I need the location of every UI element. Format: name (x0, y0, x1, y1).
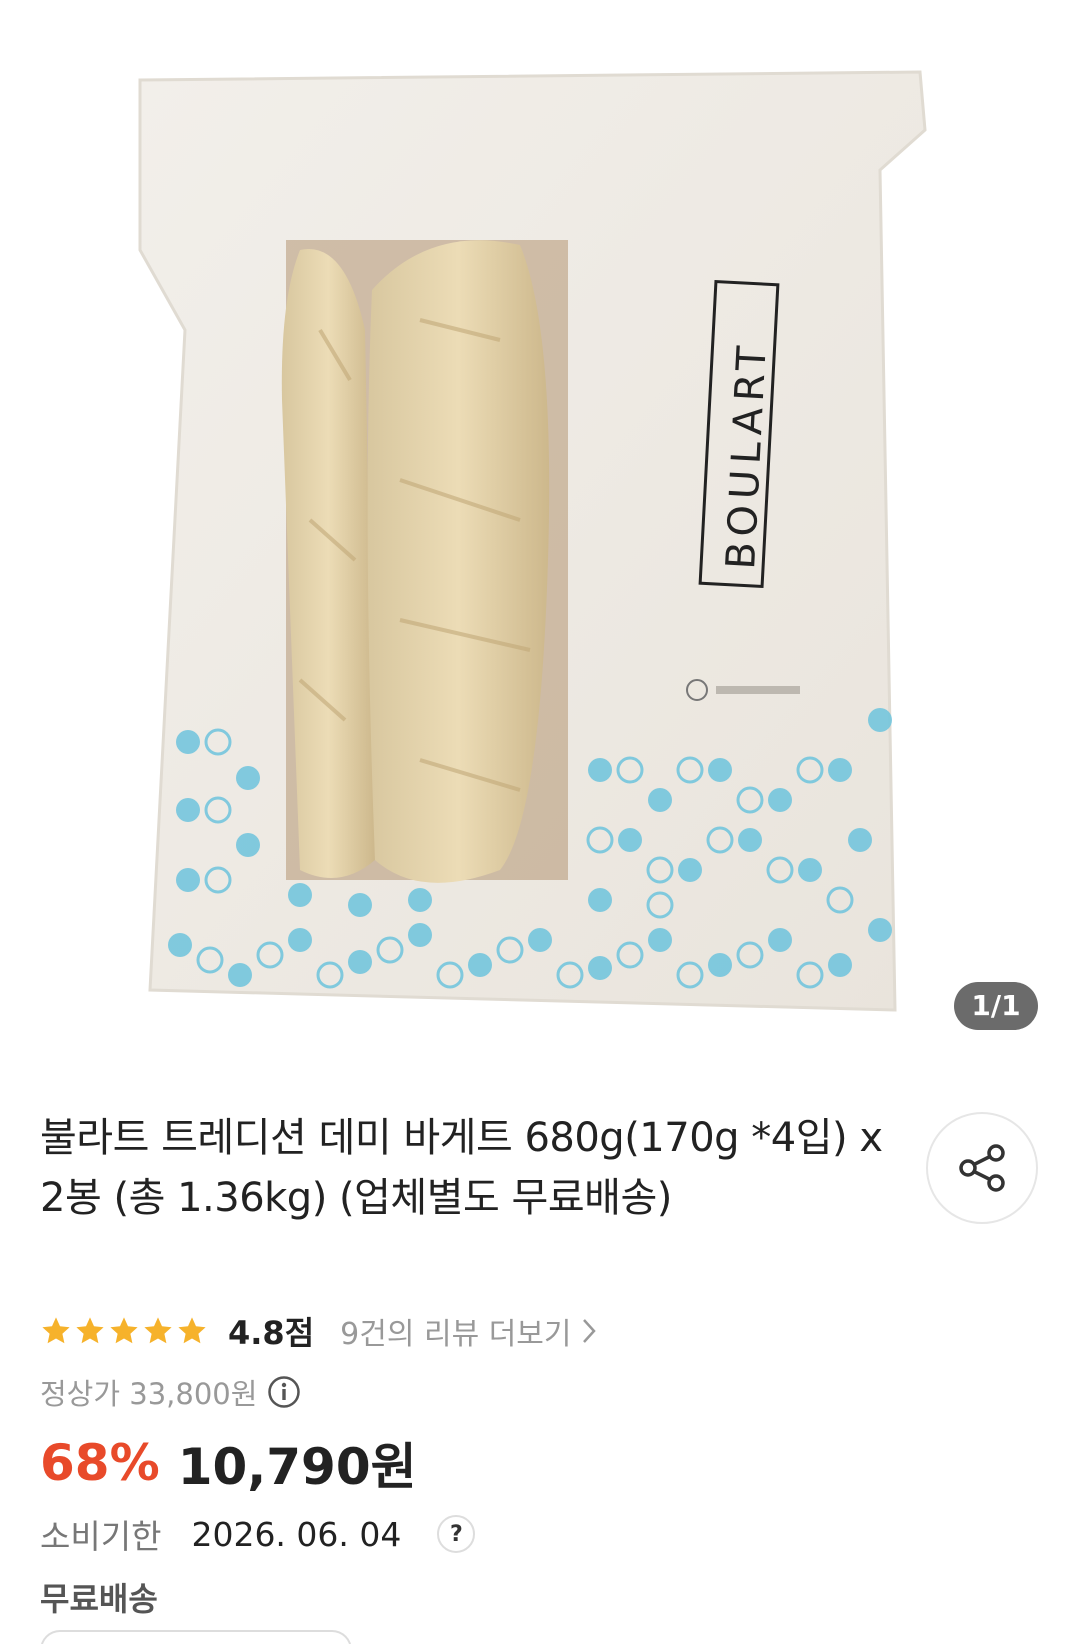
star-icon (76, 1317, 104, 1344)
expiry-row: 소비기한 2026. 06. 04 ? (40, 1510, 476, 1558)
discount-rate: 68% (40, 1434, 160, 1492)
image-counter: 1/1 (954, 982, 1038, 1030)
product-image[interactable]: BOULART 1/1 (0, 0, 1080, 1045)
rating-row: 4.8점 9건의 리뷰 더보기 (40, 1308, 598, 1354)
star-icon (144, 1317, 172, 1344)
rating-stars (40, 1315, 208, 1347)
shipping-label: 무료배송 (40, 1580, 158, 1618)
share-icon (959, 1144, 1005, 1192)
chevron-right-icon (582, 1319, 596, 1343)
star-icon (42, 1317, 70, 1344)
expiry-label: 소비기한 (40, 1517, 162, 1556)
star-icon (110, 1317, 138, 1344)
price-row: 68% 10,790원 (40, 1428, 417, 1498)
list-price: 정상가 33,800원 (40, 1377, 258, 1411)
review-link-label: 9건의 리뷰 더보기 (340, 1317, 572, 1352)
help-icon[interactable]: ? (437, 1515, 476, 1553)
expiry-value: 2026. 06. 04 (191, 1514, 402, 1554)
list-price-row: 정상가 33,800원 (40, 1370, 301, 1414)
rating-value: 4.8점 (228, 1314, 315, 1352)
sale-price: 10,790원 (177, 1438, 417, 1496)
product-photo: BOULART (138, 70, 927, 1012)
coupon-button[interactable] (40, 1630, 352, 1644)
star-icon (178, 1317, 206, 1344)
product-title: 불라트 트레디션 데미 바게트 680g(170g *4입) x 2봉 (총 1… (40, 1115, 883, 1221)
share-button[interactable] (926, 1112, 1038, 1224)
info-icon[interactable] (267, 1375, 301, 1409)
review-link[interactable]: 9건의 리뷰 더보기 (340, 1309, 597, 1353)
